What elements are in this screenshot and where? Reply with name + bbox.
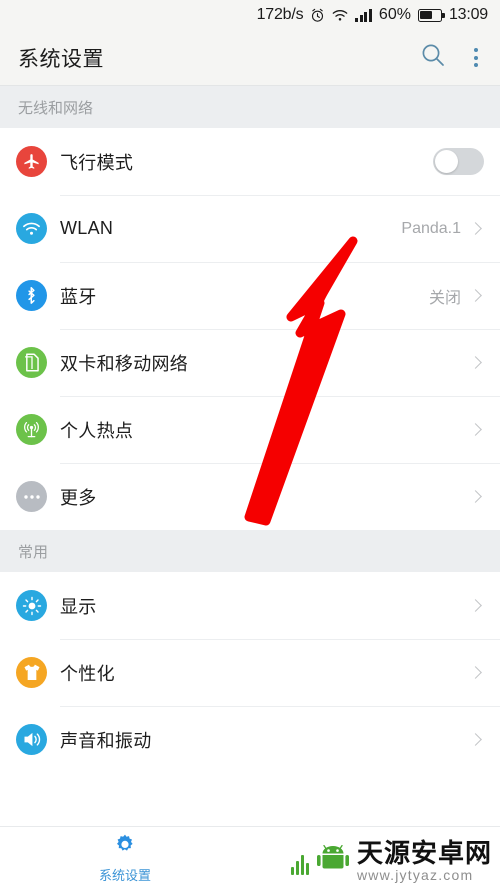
row-value: Panda.1 (401, 219, 461, 237)
overflow-menu-icon[interactable] (468, 44, 484, 71)
wifi-icon (16, 213, 47, 244)
row-label: 更多 (60, 487, 97, 508)
row-label: 蓝牙 (60, 286, 97, 307)
hotspot-icon (16, 414, 47, 445)
android-robot-icon (316, 845, 350, 878)
settings-row-sim-card[interactable]: 双卡和移动网络 (0, 329, 500, 396)
airplane-icon (16, 146, 47, 177)
wifi-icon (332, 9, 348, 22)
clock-text: 13:09 (448, 6, 488, 23)
settings-row-brightness[interactable]: 显示 (0, 572, 500, 639)
section-header: 无线和网络 (0, 86, 500, 128)
bluetooth-icon (16, 280, 47, 311)
row-label: 声音和振动 (60, 730, 152, 751)
battery-percent-text: 60% (378, 6, 411, 23)
brightness-icon (16, 590, 47, 621)
chevron-right-icon (469, 490, 482, 503)
row-label: 双卡和移动网络 (60, 353, 189, 374)
chevron-right-icon (469, 289, 482, 302)
watermark-url: www.jytyaz.com (356, 866, 474, 883)
phone-screen: 172b/s 60% 13:09 系统设置 无线和网络 飞行模式 WLAN Pa… (0, 0, 500, 889)
site-watermark: 天源安卓网 www.jytyaz.com (290, 838, 492, 883)
status-bar: 172b/s 60% 13:09 (0, 0, 500, 30)
more-dots-icon (16, 481, 47, 512)
settings-row-more-dots[interactable]: 更多 (0, 463, 500, 530)
row-label: 个性化 (60, 663, 115, 684)
settings-list: 无线和网络飞行模式 WLAN Panda.1 蓝牙 关闭双卡和移动网络 个人热点更多常用显… (0, 86, 500, 773)
row-label: 个人热点 (60, 420, 134, 441)
toggle-knob (435, 150, 458, 173)
page-title: 系统设置 (18, 47, 104, 71)
row-label: 飞行模式 (60, 152, 134, 173)
network-speed-text: 172b/s (256, 6, 304, 23)
chevron-right-icon (469, 733, 482, 746)
settings-row-tshirt[interactable]: 个性化 (0, 639, 500, 706)
app-bar: 系统设置 (0, 30, 500, 86)
row-value: 关闭 (428, 289, 461, 307)
speaker-icon (16, 724, 47, 755)
chevron-right-icon (469, 222, 482, 235)
watermark-site-name: 天源安卓网 (356, 838, 492, 869)
settings-row-airplane[interactable]: 飞行模式 (0, 128, 500, 195)
chevron-right-icon (469, 423, 482, 436)
tab-label: 系统设置 (98, 867, 151, 883)
settings-row-bluetooth[interactable]: 蓝牙 关闭 (0, 262, 500, 329)
watermark-bars-icon (290, 849, 309, 875)
chevron-right-icon (469, 666, 482, 679)
section-header: 常用 (0, 530, 500, 572)
search-icon[interactable] (420, 42, 446, 73)
tshirt-icon (16, 657, 47, 688)
settings-row-wifi[interactable]: WLAN Panda.1 (0, 195, 500, 262)
alarm-clock-icon (310, 8, 325, 23)
settings-row-speaker[interactable]: 声音和振动 (0, 706, 500, 773)
row-label: WLAN (60, 218, 114, 238)
settings-row-hotspot[interactable]: 个人热点 (0, 396, 500, 463)
cellular-signal-icon (355, 8, 372, 22)
tab-system-settings[interactable]: 系统设置 (0, 833, 250, 884)
battery-icon (417, 8, 445, 22)
row-label: 显示 (60, 596, 97, 617)
chevron-right-icon (469, 356, 482, 369)
sim-card-icon (16, 347, 47, 378)
row-toggle[interactable] (433, 148, 484, 175)
gear-icon (113, 833, 137, 862)
chevron-right-icon (469, 599, 482, 612)
